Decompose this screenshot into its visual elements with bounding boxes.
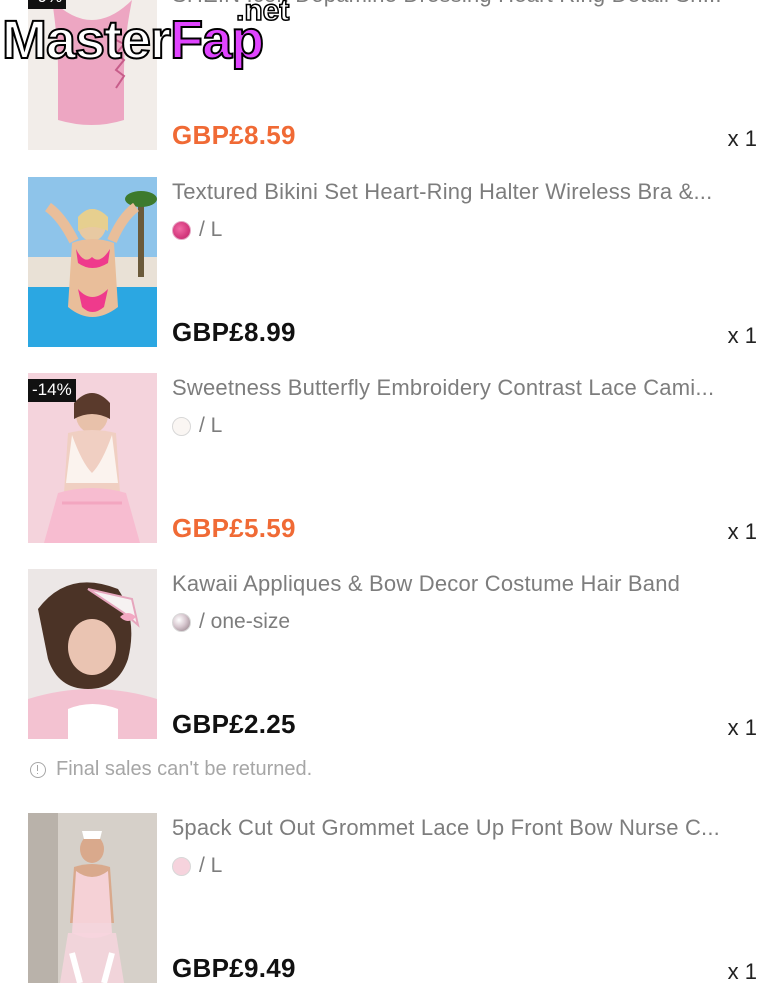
quantity: x 1 <box>727 519 757 544</box>
product-thumbnail[interactable] <box>28 177 157 347</box>
order-items-page: MasterFap .net -9% SHEIN Icon Dopamine D… <box>0 0 781 1000</box>
product-title[interactable]: SHEIN Icon Dopamine Dressing Heart Ring … <box>172 0 752 8</box>
product-title[interactable]: Kawaii Appliques & Bow Decor Costume Hai… <box>172 571 752 597</box>
product-thumbnail[interactable]: -14% <box>28 373 157 543</box>
discount-badge: -9% <box>28 0 67 9</box>
size-label: / L <box>199 218 223 241</box>
product-thumbnail[interactable] <box>28 569 157 739</box>
quantity: x 1 <box>727 715 757 740</box>
product-price: GBP£8.59 <box>172 120 296 150</box>
size-label: / L <box>199 414 223 437</box>
multicolor-swatch-icon <box>172 612 191 632</box>
quantity: x 1 <box>727 323 757 348</box>
pink-pattern-swatch-icon <box>172 220 191 240</box>
product-title[interactable]: 5pack Cut Out Grommet Lace Up Front Bow … <box>172 815 752 841</box>
product-thumbnail[interactable]: -9% <box>28 0 157 150</box>
product-price: GBP£9.49 <box>172 953 296 983</box>
size-label: / one-size <box>199 610 291 633</box>
variant-selector[interactable]: / L <box>172 218 222 242</box>
product-thumbnail[interactable] <box>28 813 157 983</box>
product-title[interactable]: Sweetness Butterfly Embroidery Contrast … <box>172 375 752 401</box>
variant-selector[interactable]: / L <box>172 854 222 878</box>
variant-selector[interactable]: / L <box>172 414 222 438</box>
info-circle-icon <box>30 761 46 778</box>
variant-selector[interactable]: / one-size <box>172 610 290 634</box>
final-sale-notice: Final sales can't be returned. <box>30 758 312 781</box>
product-title[interactable]: Textured Bikini Set Heart-Ring Halter Wi… <box>172 179 752 205</box>
product-price: GBP£5.59 <box>172 513 296 543</box>
quantity: x 1 <box>727 959 757 984</box>
product-price: GBP£8.99 <box>172 317 296 347</box>
white-swatch-icon <box>172 416 191 436</box>
size-label: / L <box>199 854 223 877</box>
light-pink-swatch-icon <box>172 856 191 876</box>
discount-badge: -14% <box>28 379 76 402</box>
notice-text: Final sales can't be returned. <box>56 758 313 780</box>
product-price: GBP£2.25 <box>172 709 296 739</box>
quantity: x 1 <box>727 126 757 151</box>
